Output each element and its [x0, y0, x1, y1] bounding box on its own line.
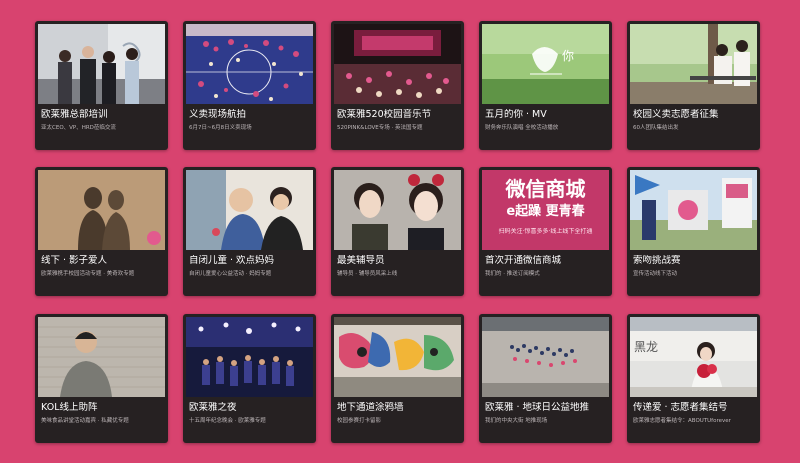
banner-line-3: 扫码关注·惊喜多多·线上线下全打通	[498, 228, 593, 235]
card-title: 地下通道涂鸦墙	[337, 402, 404, 413]
card-wechat-mall[interactable]: 微信商城 e起躁 更青春 扫码关注·惊喜多多·线上线下全打通 首次开通微信商城 …	[479, 167, 612, 296]
card-title: 线下 · 影子爱人	[41, 255, 108, 266]
card-title: KOL线上助阵	[41, 402, 98, 413]
card-subtitle: 6月7日~6月8日义卖现场	[189, 125, 252, 131]
card-subtitle: 欧莱雅携手校园活动专题 · 美奇欢专题	[41, 271, 135, 277]
card-aerial-sale[interactable]: 义卖现场航拍 6月7日~6月8日义卖现场	[183, 21, 316, 150]
card-subtitle: 美味食品讲堂活动嘉宾 · 私藏优专题	[41, 418, 129, 424]
card-title: 传递爱 · 志愿者集结号	[633, 402, 728, 413]
card-kiss-challenge[interactable]: 索吻挑战赛 宣传活动线下活动	[627, 167, 760, 296]
thumbnail-two-women-selfie	[334, 170, 461, 250]
card-title: 欧莱雅总部培训	[41, 109, 108, 120]
thumbnail-wechat-mall-banner: 微信商城 e起躁 更青春 扫码关注·惊喜多多·线上线下全打通	[482, 170, 609, 250]
thumbnail-stage-concert	[334, 24, 461, 104]
card-volunteer-recruit[interactable]: 校园义卖志愿者征集 60人团队集结出发	[627, 21, 760, 150]
card-subtitle: 我们的 · 推送订阅模式	[485, 271, 540, 277]
card-music-festival[interactable]: 欧莱雅520校园音乐节 520PINK&LOVE专场 · 英法国专题	[331, 21, 464, 150]
card-subtitle: 自闭儿童爱心公益活动 · 妈妈专题	[189, 271, 272, 277]
card-title: 索吻挑战赛	[633, 255, 681, 266]
card-subtitle: 财务奔乐队演唱 全校活动播放	[485, 125, 559, 131]
banner-line-1: 微信商城	[505, 177, 586, 201]
card-subtitle: 我们的中央大街 地推现场	[485, 418, 548, 424]
card-volunteer-call[interactable]: 黑龙 传递爱 · 志愿者集结号 欧莱雅志愿者集结令：ABOUTUforever	[627, 314, 760, 443]
mv-logo-text: 你	[562, 49, 574, 63]
card-title: 义卖现场航拍	[189, 109, 247, 120]
card-title: 欧莱雅520校园音乐节	[337, 109, 432, 120]
thumbnail-man-brick-wall	[38, 317, 165, 397]
card-title: 自闭儿童 · 欢点妈妈	[189, 255, 275, 266]
thumbnail-shadow-couple	[38, 170, 165, 250]
card-hq-training[interactable]: 欧莱雅总部培训 亚太CEO、VP、HRD莅临交流	[35, 21, 168, 150]
thumbnail-campus-signboard	[630, 170, 757, 250]
thumbnail-campus-bench	[630, 24, 757, 104]
card-grid: 欧莱雅总部培训 亚太CEO、VP、HRD莅临交流 义卖现场航拍 6月7日~6月8…	[0, 0, 800, 463]
card-graffiti-wall[interactable]: 地下通道涂鸦墙 校园参赛打卡留影	[331, 314, 464, 443]
card-title: 欧莱雅之夜	[189, 402, 237, 413]
card-title: 首次开通微信商城	[485, 255, 562, 266]
card-subtitle: 亚太CEO、VP、HRD莅临交流	[41, 125, 116, 131]
card-subtitle: 欧莱雅志愿者集结令：ABOUTUforever	[633, 418, 731, 424]
thumbnail-aerial-crowd	[186, 24, 313, 104]
thumbnail-mother-child	[186, 170, 313, 250]
card-loreal-night[interactable]: 欧莱雅之夜 十五周年纪念晚会 · 欧莱雅专题	[183, 314, 316, 443]
sign-text: 黑龙	[634, 340, 658, 354]
thumbnail-night-stage	[186, 317, 313, 397]
card-earth-day[interactable]: 欧莱雅 · 地球日公益地推 我们的中央大街 地推现场	[479, 314, 612, 443]
card-subtitle: 辅导员 · 辅导员风采上线	[337, 271, 398, 277]
banner-line-2: e起躁 更青春	[506, 204, 585, 219]
thumbnail-group-photo	[38, 24, 165, 104]
card-subtitle: 520PINK&LOVE专场 · 英法国专题	[337, 125, 423, 131]
card-subtitle: 宣传活动线下活动	[633, 271, 678, 277]
card-title: 欧莱雅 · 地球日公益地推	[485, 402, 590, 413]
thumbnail-aerial-earthday	[482, 317, 609, 397]
card-title: 最美辅导员	[337, 255, 385, 266]
card-subtitle: 十五周年纪念晚会 · 欧莱雅专题	[189, 418, 266, 424]
thumbnail-graffiti-wall	[334, 317, 461, 397]
card-subtitle: 校园参赛打卡留影	[337, 418, 382, 424]
card-title: 五月的你 · MV	[485, 109, 547, 120]
card-kol-online[interactable]: KOL线上助阵 美味食品讲堂活动嘉宾 · 私藏优专题	[35, 314, 168, 443]
thumbnail-green-field-mv: 你	[482, 24, 609, 104]
card-subtitle: 60人团队集结出发	[633, 125, 679, 131]
thumbnail-girl-flowers: 黑龙	[630, 317, 757, 397]
card-autism-children[interactable]: 自闭儿童 · 欢点妈妈 自闭儿童爱心公益活动 · 妈妈专题	[183, 167, 316, 296]
card-may-mv[interactable]: 你 五月的你 · MV 财务奔乐队演唱 全校活动播放	[479, 21, 612, 150]
card-best-counselor[interactable]: 最美辅导员 辅导员 · 辅导员风采上线	[331, 167, 464, 296]
card-title: 校园义卖志愿者征集	[633, 109, 719, 120]
card-shadow-lover[interactable]: 线下 · 影子爱人 欧莱雅携手校园活动专题 · 美奇欢专题	[35, 167, 168, 296]
